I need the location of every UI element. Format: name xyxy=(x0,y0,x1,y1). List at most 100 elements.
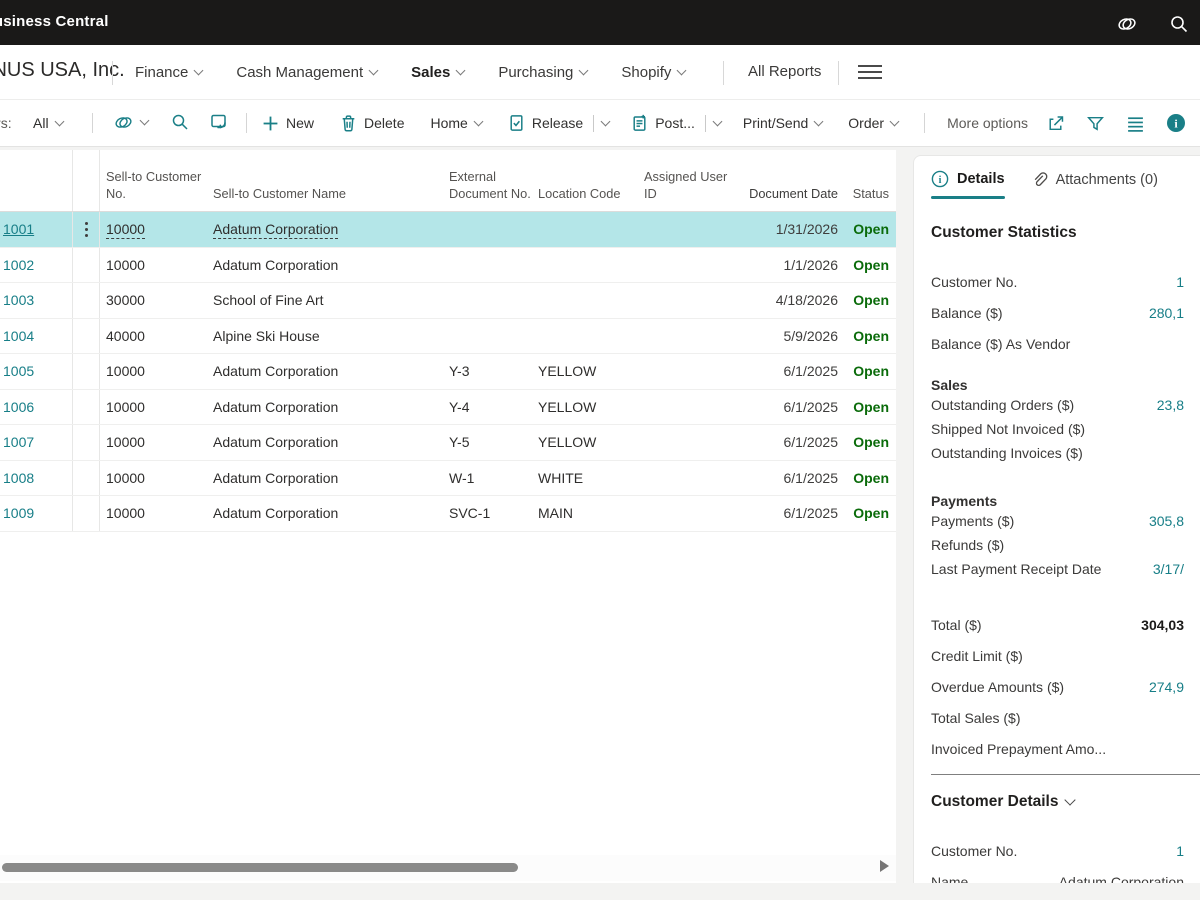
stat-value-link[interactable]: 3/17/ xyxy=(1153,561,1184,577)
table-row[interactable]: 1005 10000 Adatum Corporation Y-3 YELLOW… xyxy=(0,354,896,390)
nav-item-sales[interactable]: Sales xyxy=(411,64,464,81)
menu-icon[interactable] xyxy=(858,65,882,79)
col-header-assigned-user[interactable]: Assigned User ID xyxy=(638,169,743,211)
print-send-menu[interactable]: Print/Send xyxy=(743,115,822,131)
cell-external-doc[interactable]: W-1 xyxy=(443,470,532,486)
status-badge[interactable]: Open xyxy=(853,434,889,450)
cell-external-doc[interactable]: Y-3 xyxy=(443,363,532,379)
horizontal-scrollbar[interactable] xyxy=(0,855,896,881)
view-filter-dropdown[interactable]: All xyxy=(33,115,63,131)
order-menu[interactable]: Order xyxy=(848,115,898,131)
cell-sellto-no[interactable]: 10000 xyxy=(106,221,145,239)
cell-doc-date[interactable]: 1/1/2026 xyxy=(743,257,838,273)
cell-sellto-name[interactable]: Adatum Corporation xyxy=(213,221,338,239)
cell-doc-date[interactable]: 6/1/2025 xyxy=(743,399,838,415)
table-row[interactable]: 1009 10000 Adatum Corporation SVC-1 MAIN… xyxy=(0,496,896,532)
status-badge[interactable]: Open xyxy=(853,292,889,308)
copilot-icon[interactable] xyxy=(113,112,148,133)
cell-external-doc[interactable]: SVC-1 xyxy=(443,505,532,521)
share-icon[interactable] xyxy=(1046,114,1065,133)
scrollbar-thumb[interactable] xyxy=(2,863,518,872)
chevron-down-icon[interactable] xyxy=(712,116,722,126)
nav-item-cash-management[interactable]: Cash Management xyxy=(236,64,377,81)
order-no-link[interactable]: 1007 xyxy=(3,434,34,450)
status-badge[interactable]: Open xyxy=(853,470,889,486)
cell-external-doc[interactable]: Y-4 xyxy=(443,399,532,415)
nav-item-shopify[interactable]: Shopify xyxy=(621,64,685,81)
cell-sellto-no[interactable]: 10000 xyxy=(100,257,207,273)
col-header-external-doc[interactable]: External Document No. xyxy=(443,169,532,211)
release-button[interactable]: Release xyxy=(508,114,609,132)
new-button[interactable]: New xyxy=(262,115,314,132)
order-no-link[interactable]: 1005 xyxy=(3,363,34,379)
table-row[interactable]: 1002 10000 Adatum Corporation 1/1/2026 O… xyxy=(0,248,896,284)
cell-doc-date[interactable]: 6/1/2025 xyxy=(743,434,838,450)
delete-button[interactable]: Delete xyxy=(340,114,404,132)
nav-item-purchasing[interactable]: Purchasing xyxy=(498,64,587,81)
cell-location[interactable]: YELLOW xyxy=(532,363,638,379)
cell-doc-date[interactable]: 6/1/2025 xyxy=(743,363,838,379)
filter-icon[interactable] xyxy=(1086,114,1105,133)
cell-doc-date[interactable]: 5/9/2026 xyxy=(743,328,838,344)
cell-sellto-no[interactable]: 30000 xyxy=(100,292,207,308)
col-header-sellto-no[interactable]: Sell-to Customer No. xyxy=(100,169,207,211)
cell-sellto-name[interactable]: Adatum Corporation xyxy=(207,434,443,450)
col-header-location[interactable]: Location Code xyxy=(532,186,638,211)
table-row[interactable]: 1003 30000 School of Fine Art 4/18/2026 … xyxy=(0,283,896,319)
status-badge[interactable]: Open xyxy=(853,257,889,273)
cell-sellto-no[interactable]: 10000 xyxy=(100,470,207,486)
cell-external-doc[interactable]: Y-5 xyxy=(443,434,532,450)
cell-sellto-no[interactable]: 40000 xyxy=(100,328,207,344)
table-row[interactable]: 1007 10000 Adatum Corporation Y-5 YELLOW… xyxy=(0,425,896,461)
col-header-sellto-name[interactable]: Sell-to Customer Name xyxy=(207,186,443,211)
detail-value-link[interactable]: 1 xyxy=(1176,843,1184,859)
list-view-icon[interactable] xyxy=(1126,114,1145,133)
table-row[interactable]: 1001 10000 Adatum Corporation 1/31/2026 … xyxy=(0,212,896,248)
copilot-icon[interactable] xyxy=(1116,13,1138,35)
stat-value-link[interactable]: 305,8 xyxy=(1149,513,1184,529)
status-badge[interactable]: Open xyxy=(853,363,889,379)
cell-location[interactable]: YELLOW xyxy=(532,399,638,415)
order-no-link[interactable]: 1001 xyxy=(3,221,34,237)
cell-sellto-no[interactable]: 10000 xyxy=(100,399,207,415)
status-badge[interactable]: Open xyxy=(853,221,889,237)
tab-attachments[interactable]: Attachments (0) xyxy=(1031,172,1158,189)
cell-doc-date[interactable]: 6/1/2025 xyxy=(743,505,838,521)
order-no-link[interactable]: 1002 xyxy=(3,257,34,273)
stat-value-link[interactable]: 23,8 xyxy=(1157,397,1184,413)
cell-sellto-name[interactable]: School of Fine Art xyxy=(207,292,443,308)
cell-location[interactable]: YELLOW xyxy=(532,434,638,450)
order-no-link[interactable]: 1009 xyxy=(3,505,34,521)
table-row[interactable]: 1006 10000 Adatum Corporation Y-4 YELLOW… xyxy=(0,390,896,426)
analyze-icon[interactable] xyxy=(209,112,229,132)
stat-value-link[interactable]: 274,9 xyxy=(1149,679,1184,695)
tab-details[interactable]: i Details xyxy=(931,170,1005,190)
cell-doc-date[interactable]: 4/18/2026 xyxy=(743,292,838,308)
nav-item-all-reports[interactable]: All Reports xyxy=(748,63,821,80)
cell-sellto-no[interactable]: 10000 xyxy=(100,363,207,379)
search-list-icon[interactable] xyxy=(170,112,190,132)
table-row[interactable]: 1004 40000 Alpine Ski House 5/9/2026 Ope… xyxy=(0,319,896,355)
cell-location[interactable]: MAIN xyxy=(532,505,638,521)
customer-details-header[interactable]: Customer Details xyxy=(931,793,1200,811)
cell-sellto-no[interactable]: 10000 xyxy=(100,505,207,521)
col-header-no[interactable] xyxy=(0,150,73,211)
home-menu[interactable]: Home xyxy=(430,115,481,131)
search-icon[interactable] xyxy=(1168,13,1190,35)
cell-doc-date[interactable]: 1/31/2026 xyxy=(743,221,838,237)
cell-sellto-name[interactable]: Adatum Corporation xyxy=(207,399,443,415)
cell-sellto-name[interactable]: Adatum Corporation xyxy=(207,363,443,379)
info-icon[interactable]: i xyxy=(1166,113,1186,133)
chevron-down-icon[interactable] xyxy=(601,116,611,126)
nav-item-finance[interactable]: Finance xyxy=(135,64,202,81)
cell-sellto-name[interactable]: Adatum Corporation xyxy=(207,505,443,521)
detail-value-name[interactable]: Adatum Corporation xyxy=(1059,874,1184,884)
stat-value-link[interactable]: 1 xyxy=(1176,274,1184,290)
stat-value-link[interactable]: 280,1 xyxy=(1149,305,1184,321)
order-no-link[interactable]: 1003 xyxy=(3,292,34,308)
col-header-doc-date[interactable]: Document Date xyxy=(743,186,838,211)
cell-location[interactable]: WHITE xyxy=(532,470,638,486)
status-badge[interactable]: Open xyxy=(853,505,889,521)
cell-doc-date[interactable]: 6/1/2025 xyxy=(743,470,838,486)
col-header-status[interactable]: Status xyxy=(838,186,896,211)
